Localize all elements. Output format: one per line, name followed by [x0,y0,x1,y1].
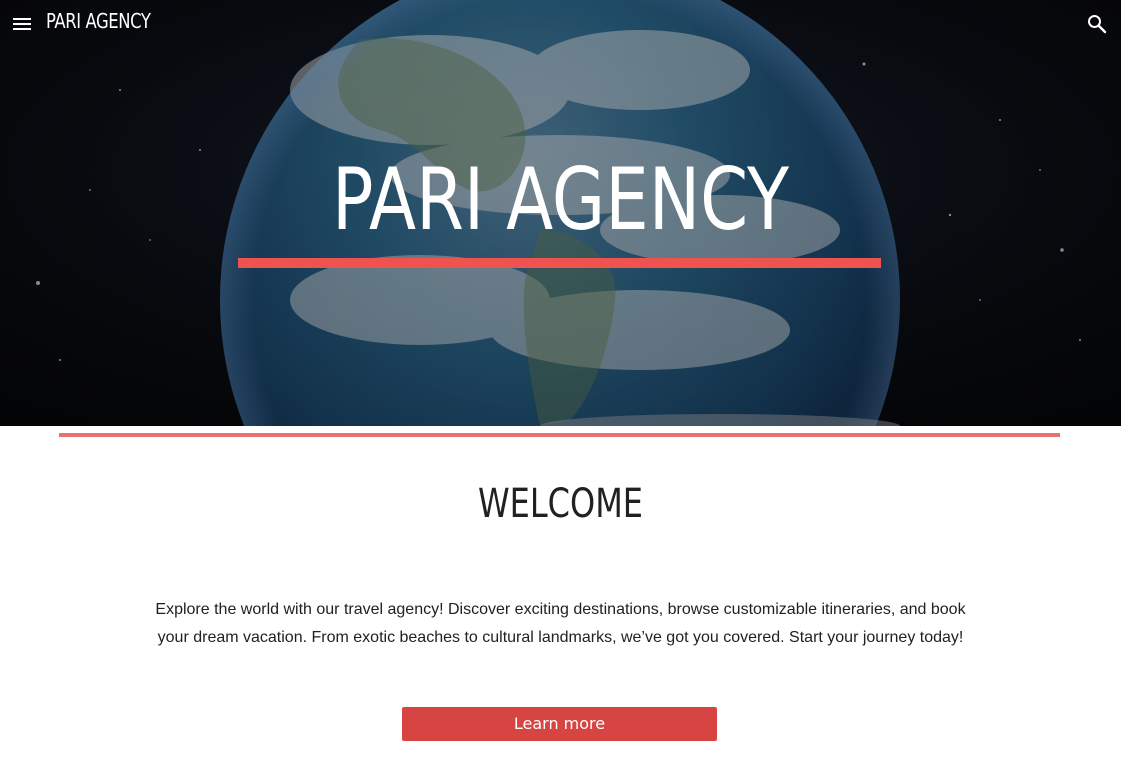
menu-icon[interactable] [10,12,34,36]
top-app-bar: PARI AGENCY [0,0,1121,48]
site-title-link[interactable]: PARI AGENCY [46,9,151,33]
welcome-heading: WELCOME [477,481,644,527]
search-icon[interactable] [1085,12,1109,36]
learn-more-button[interactable]: Learn more [402,707,717,741]
hero-title: PARI AGENCY [331,150,790,250]
hero-title-underline [238,258,881,268]
intro-paragraph: Explore the world with our travel agency… [155,601,966,646]
hero-banner: PARI AGENCY PARI AGENCY [0,0,1121,426]
section-divider [59,433,1060,437]
